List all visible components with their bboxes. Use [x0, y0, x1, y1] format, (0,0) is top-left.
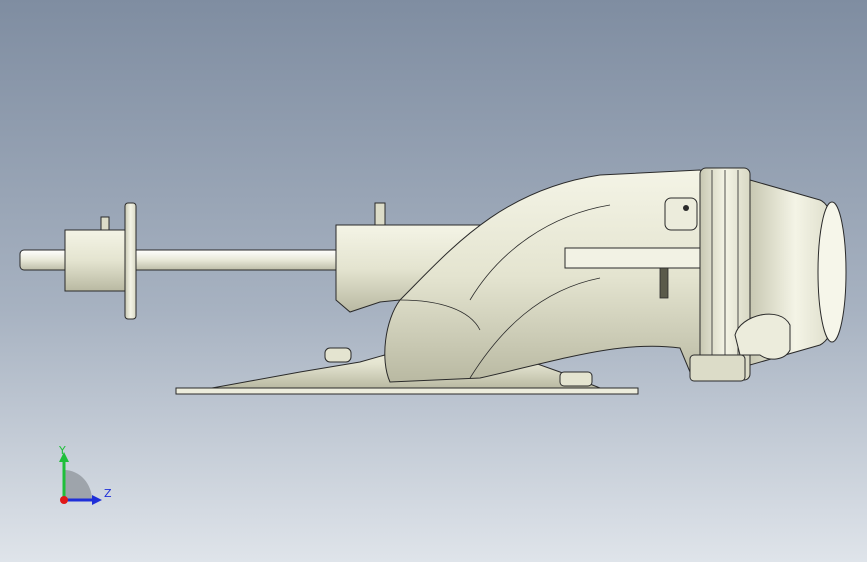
ramp-bracket[interactable] [559, 371, 593, 387]
x-axis-icon [60, 496, 68, 504]
lower-clamp[interactable] [689, 354, 746, 382]
y-axis-label: Y [58, 444, 66, 457]
shaft-flange[interactable] [124, 202, 137, 320]
base-plate[interactable] [175, 387, 639, 395]
stator-ring[interactable] [564, 247, 716, 269]
ramp-fitting[interactable] [324, 347, 352, 363]
triad-shade [64, 470, 92, 500]
z-axis-label: Z [104, 487, 112, 500]
bearing-housing[interactable] [64, 229, 128, 292]
jet-pump-model[interactable] [0, 0, 867, 562]
graphics-viewport[interactable]: Y Z [0, 0, 867, 562]
duct-fitting[interactable] [374, 202, 386, 226]
grease-fitting[interactable] [100, 216, 110, 231]
upper-lug[interactable] [664, 197, 698, 231]
coordinate-triad: Y Z [58, 444, 112, 505]
